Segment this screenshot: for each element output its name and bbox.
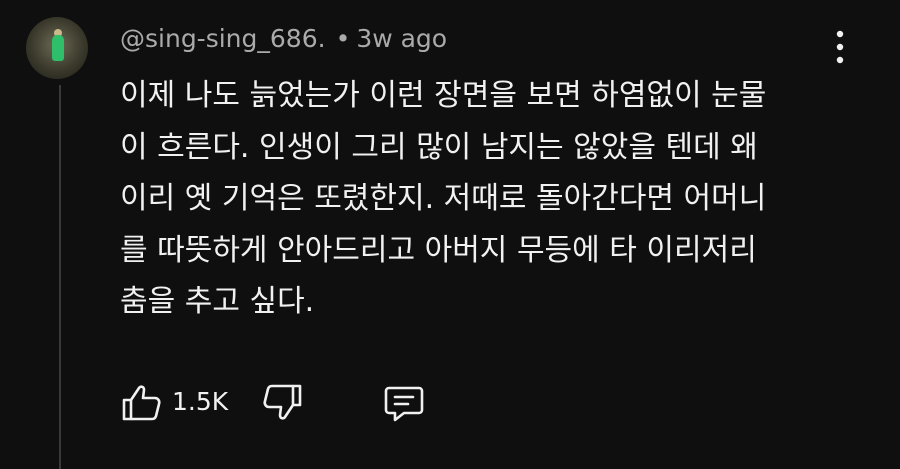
reply-button[interactable] (382, 380, 426, 424)
avatar[interactable] (26, 17, 88, 79)
thumbs-up-icon (122, 385, 161, 421)
meta-separator: • (335, 24, 351, 53)
comment-header: @sing-sing_686. • 3w ago (120, 22, 447, 56)
dislike-button[interactable] (260, 380, 304, 424)
thread-line (59, 85, 61, 469)
thumbs-down-icon (263, 384, 302, 420)
comment-text: 이제 나도 늙었는가 이런 장면을 보면 하염없이 눈물 이 흐른다. 인생이 … (120, 78, 767, 319)
like-button[interactable] (120, 380, 164, 424)
more-actions-button[interactable] (826, 26, 854, 68)
comment-time[interactable]: 3w ago (356, 24, 447, 53)
author-name[interactable]: @sing-sing_686. (120, 24, 326, 53)
reply-comment-icon (384, 386, 424, 422)
avatar-figure-body (52, 35, 64, 61)
kebab-menu-icon (836, 30, 844, 64)
like-count: 1.5K (172, 387, 229, 416)
